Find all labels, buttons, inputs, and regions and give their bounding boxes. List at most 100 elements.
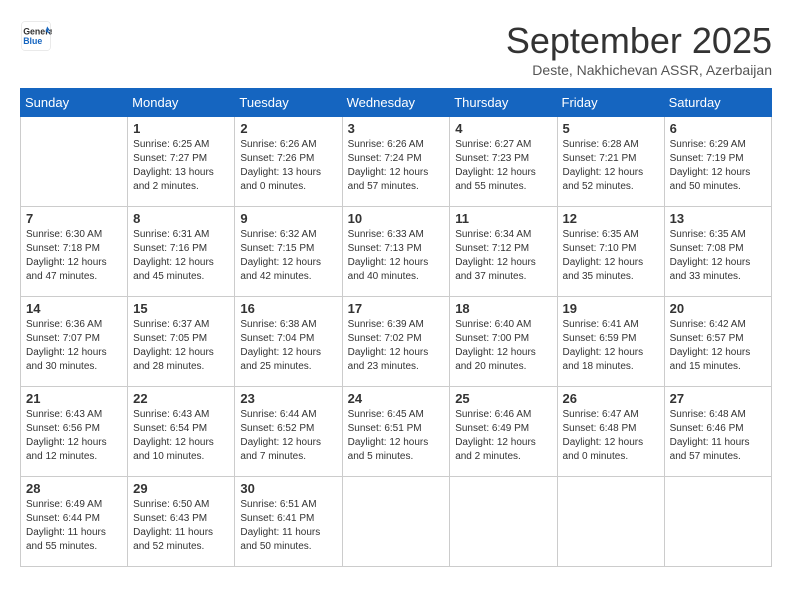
- day-info: Sunrise: 6:39 AMSunset: 7:02 PMDaylight:…: [348, 318, 445, 374]
- day-number: 17: [348, 301, 445, 316]
- day-number: 25: [455, 391, 551, 406]
- calendar-cell-w4d4: 24 Sunrise: 6:45 AMSunset: 6:51 PMDayligh…: [342, 387, 450, 477]
- calendar-cell-w1d1: [21, 117, 128, 207]
- day-number: 16: [240, 301, 336, 316]
- calendar-cell-w5d1: 28 Sunrise: 6:49 AMSunset: 6:44 PMDayligh…: [21, 477, 128, 567]
- day-number: 24: [348, 391, 445, 406]
- calendar-cell-w5d6: [557, 477, 664, 567]
- day-number: 29: [133, 481, 229, 496]
- header-thursday: Thursday: [450, 89, 557, 117]
- day-info: Sunrise: 6:26 AMSunset: 7:26 PMDaylight:…: [240, 138, 336, 194]
- day-number: 6: [670, 121, 766, 136]
- day-number: 19: [563, 301, 659, 316]
- logo: General Blue General Blue: [20, 20, 52, 52]
- day-info: Sunrise: 6:27 AMSunset: 7:23 PMDaylight:…: [455, 138, 551, 194]
- day-info: Sunrise: 6:45 AMSunset: 6:51 PMDaylight:…: [348, 408, 445, 464]
- day-info: Sunrise: 6:33 AMSunset: 7:13 PMDaylight:…: [348, 228, 445, 284]
- day-info: Sunrise: 6:35 AMSunset: 7:10 PMDaylight:…: [563, 228, 659, 284]
- calendar: Sunday Monday Tuesday Wednesday Thursday…: [20, 88, 772, 567]
- day-info: Sunrise: 6:50 AMSunset: 6:43 PMDaylight:…: [133, 498, 229, 554]
- logo-icon: General Blue: [20, 20, 52, 52]
- calendar-cell-w4d7: 27Sunrise: 6:48 AMSunset: 6:46 PMDayligh…: [664, 387, 771, 477]
- calendar-cell-w5d2: 29 Sunrise: 6:50 AMSunset: 6:43 PMDayligh…: [128, 477, 235, 567]
- week-row-4: 21 Sunrise: 6:43 AMSunset: 6:56 PMDayligh…: [21, 387, 772, 477]
- calendar-cell-w3d6: 19Sunrise: 6:41 AMSunset: 6:59 PMDayligh…: [557, 297, 664, 387]
- day-info: Sunrise: 6:49 AMSunset: 6:44 PMDaylight:…: [26, 498, 122, 554]
- calendar-cell-w1d2: 1Sunrise: 6:25 AMSunset: 7:27 PMDaylight…: [128, 117, 235, 207]
- header-tuesday: Tuesday: [235, 89, 342, 117]
- day-info: Sunrise: 6:37 AMSunset: 7:05 PMDaylight:…: [133, 318, 229, 374]
- calendar-cell-w1d7: 6 Sunrise: 6:29 AMSunset: 7:19 PMDaylight…: [664, 117, 771, 207]
- week-row-2: 7 Sunrise: 6:30 AMSunset: 7:18 PMDaylight…: [21, 207, 772, 297]
- calendar-cell-w4d6: 26 Sunrise: 6:47 AMSunset: 6:48 PMDayligh…: [557, 387, 664, 477]
- week-row-5: 28 Sunrise: 6:49 AMSunset: 6:44 PMDayligh…: [21, 477, 772, 567]
- calendar-cell-w4d2: 22 Sunrise: 6:43 AMSunset: 6:54 PMDayligh…: [128, 387, 235, 477]
- calendar-cell-w1d5: 4 Sunrise: 6:27 AMSunset: 7:23 PMDaylight…: [450, 117, 557, 207]
- calendar-cell-w5d5: [450, 477, 557, 567]
- day-number: 13: [670, 211, 766, 226]
- header-monday: Monday: [128, 89, 235, 117]
- calendar-cell-w2d1: 7 Sunrise: 6:30 AMSunset: 7:18 PMDaylight…: [21, 207, 128, 297]
- calendar-cell-w2d2: 8Sunrise: 6:31 AMSunset: 7:16 PMDaylight…: [128, 207, 235, 297]
- day-number: 3: [348, 121, 445, 136]
- day-number: 12: [563, 211, 659, 226]
- calendar-cell-w5d4: [342, 477, 450, 567]
- day-info: Sunrise: 6:32 AMSunset: 7:15 PMDaylight:…: [240, 228, 336, 284]
- day-info: Sunrise: 6:43 AMSunset: 6:56 PMDaylight:…: [26, 408, 122, 464]
- day-number: 4: [455, 121, 551, 136]
- day-number: 21: [26, 391, 122, 406]
- day-number: 5: [563, 121, 659, 136]
- header-friday: Friday: [557, 89, 664, 117]
- day-info: Sunrise: 6:31 AMSunset: 7:16 PMDaylight:…: [133, 228, 229, 284]
- day-number: 20: [670, 301, 766, 316]
- calendar-cell-w3d5: 18 Sunrise: 6:40 AMSunset: 7:00 PMDayligh…: [450, 297, 557, 387]
- page-header: General Blue General Blue September 2025…: [20, 20, 772, 78]
- calendar-header-row: Sunday Monday Tuesday Wednesday Thursday…: [21, 89, 772, 117]
- day-info: Sunrise: 6:38 AMSunset: 7:04 PMDaylight:…: [240, 318, 336, 374]
- day-info: Sunrise: 6:40 AMSunset: 7:00 PMDaylight:…: [455, 318, 551, 374]
- day-info: Sunrise: 6:43 AMSunset: 6:54 PMDaylight:…: [133, 408, 229, 464]
- month-title: September 2025: [506, 20, 772, 62]
- svg-text:Blue: Blue: [23, 36, 42, 46]
- calendar-cell-w5d7: [664, 477, 771, 567]
- calendar-cell-w2d6: 12 Sunrise: 6:35 AMSunset: 7:10 PMDayligh…: [557, 207, 664, 297]
- calendar-cell-w4d5: 25 Sunrise: 6:46 AMSunset: 6:49 PMDayligh…: [450, 387, 557, 477]
- calendar-cell-w3d3: 16 Sunrise: 6:38 AMSunset: 7:04 PMDayligh…: [235, 297, 342, 387]
- day-info: Sunrise: 6:47 AMSunset: 6:48 PMDaylight:…: [563, 408, 659, 464]
- week-row-1: 1Sunrise: 6:25 AMSunset: 7:27 PMDaylight…: [21, 117, 772, 207]
- calendar-cell-w3d7: 20 Sunrise: 6:42 AMSunset: 6:57 PMDayligh…: [664, 297, 771, 387]
- calendar-cell-w3d1: 14Sunrise: 6:36 AMSunset: 7:07 PMDayligh…: [21, 297, 128, 387]
- calendar-cell-w1d4: 3 Sunrise: 6:26 AMSunset: 7:24 PMDaylight…: [342, 117, 450, 207]
- calendar-cell-w3d4: 17 Sunrise: 6:39 AMSunset: 7:02 PMDayligh…: [342, 297, 450, 387]
- header-saturday: Saturday: [664, 89, 771, 117]
- day-number: 22: [133, 391, 229, 406]
- day-info: Sunrise: 6:46 AMSunset: 6:49 PMDaylight:…: [455, 408, 551, 464]
- day-number: 1: [133, 121, 229, 136]
- day-info: Sunrise: 6:42 AMSunset: 6:57 PMDaylight:…: [670, 318, 766, 374]
- day-number: 11: [455, 211, 551, 226]
- day-number: 7: [26, 211, 122, 226]
- day-info: Sunrise: 6:28 AMSunset: 7:21 PMDaylight:…: [563, 138, 659, 194]
- calendar-cell-w2d5: 11 Sunrise: 6:34 AMSunset: 7:12 PMDayligh…: [450, 207, 557, 297]
- calendar-cell-w3d2: 15 Sunrise: 6:37 AMSunset: 7:05 PMDayligh…: [128, 297, 235, 387]
- day-number: 9: [240, 211, 336, 226]
- day-number: 15: [133, 301, 229, 316]
- day-info: Sunrise: 6:29 AMSunset: 7:19 PMDaylight:…: [670, 138, 766, 194]
- day-info: Sunrise: 6:48 AMSunset: 6:46 PMDaylight:…: [670, 408, 766, 464]
- calendar-cell-w4d3: 23Sunrise: 6:44 AMSunset: 6:52 PMDayligh…: [235, 387, 342, 477]
- calendar-cell-w4d1: 21 Sunrise: 6:43 AMSunset: 6:56 PMDayligh…: [21, 387, 128, 477]
- day-info: Sunrise: 6:51 AMSunset: 6:41 PMDaylight:…: [240, 498, 336, 554]
- day-info: Sunrise: 6:44 AMSunset: 6:52 PMDaylight:…: [240, 408, 336, 464]
- calendar-cell-w2d7: 13Sunrise: 6:35 AMSunset: 7:08 PMDayligh…: [664, 207, 771, 297]
- day-number: 26: [563, 391, 659, 406]
- header-wednesday: Wednesday: [342, 89, 450, 117]
- day-info: Sunrise: 6:34 AMSunset: 7:12 PMDaylight:…: [455, 228, 551, 284]
- day-info: Sunrise: 6:26 AMSunset: 7:24 PMDaylight:…: [348, 138, 445, 194]
- calendar-cell-w5d3: 30Sunrise: 6:51 AMSunset: 6:41 PMDayligh…: [235, 477, 342, 567]
- day-info: Sunrise: 6:36 AMSunset: 7:07 PMDaylight:…: [26, 318, 122, 374]
- day-number: 28: [26, 481, 122, 496]
- calendar-cell-w1d3: 2Sunrise: 6:26 AMSunset: 7:26 PMDaylight…: [235, 117, 342, 207]
- day-number: 18: [455, 301, 551, 316]
- day-info: Sunrise: 6:30 AMSunset: 7:18 PMDaylight:…: [26, 228, 122, 284]
- calendar-cell-w1d6: 5 Sunrise: 6:28 AMSunset: 7:21 PMDaylight…: [557, 117, 664, 207]
